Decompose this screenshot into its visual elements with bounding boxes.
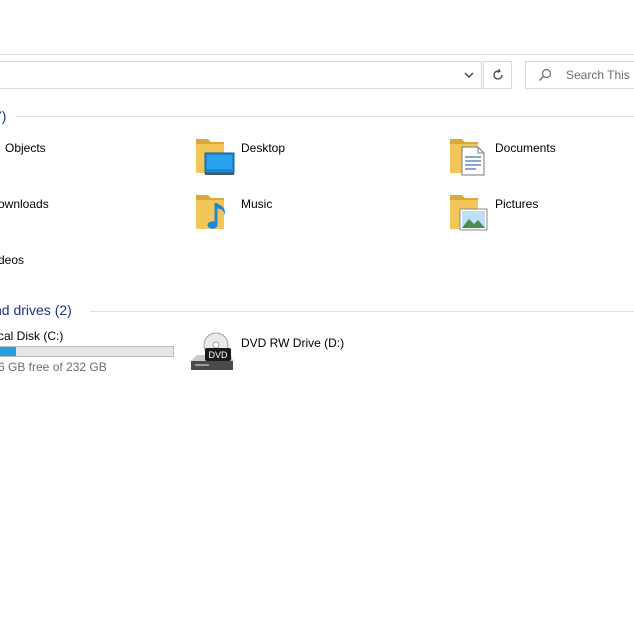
- refresh-icon: [492, 68, 503, 80]
- chevron-down-icon: [464, 72, 474, 78]
- drive-c-label: cal Disk (C:): [0, 329, 64, 343]
- dvd-badge-text: DVD: [208, 350, 228, 360]
- address-history-dropdown[interactable]: [458, 64, 480, 86]
- drive-c-usage-fill: [0, 347, 17, 356]
- refresh-button[interactable]: [483, 61, 512, 89]
- search-icon: [539, 68, 552, 81]
- drives-group-divider: [90, 311, 634, 312]
- search-placeholder: Search This P: [566, 68, 634, 82]
- address-bar[interactable]: [0, 61, 482, 89]
- folders-group-divider: [16, 116, 634, 117]
- drive-c-usage-bar: [0, 346, 174, 357]
- drive-d-label: DVD RW Drive (D:): [241, 336, 345, 350]
- folder-3d-objects-label: Objects: [5, 141, 46, 155]
- search-input[interactable]: Search This P: [525, 61, 634, 89]
- music-folder-icon: [196, 195, 225, 229]
- folder-downloads-label: ownloads: [0, 197, 49, 211]
- dvd-drive-icon: DVD: [191, 332, 233, 370]
- desktop-folder-icon: [196, 139, 235, 175]
- folder-documents-label: Documents: [495, 141, 556, 155]
- pictures-folder-icon: [450, 195, 488, 231]
- folder-music-label: Music: [241, 197, 273, 211]
- drives-group-header[interactable]: nd drives (2): [0, 302, 72, 318]
- drive-c-free-space: 6 GB free of 232 GB: [0, 360, 107, 374]
- folder-desktop-label: Desktop: [241, 141, 286, 155]
- folders-group-header[interactable]: 7): [0, 108, 6, 124]
- folder-pictures-label: Pictures: [495, 197, 539, 211]
- ribbon-divider: [0, 54, 634, 55]
- documents-folder-icon: [450, 139, 485, 176]
- folder-videos-label: deos: [0, 253, 25, 267]
